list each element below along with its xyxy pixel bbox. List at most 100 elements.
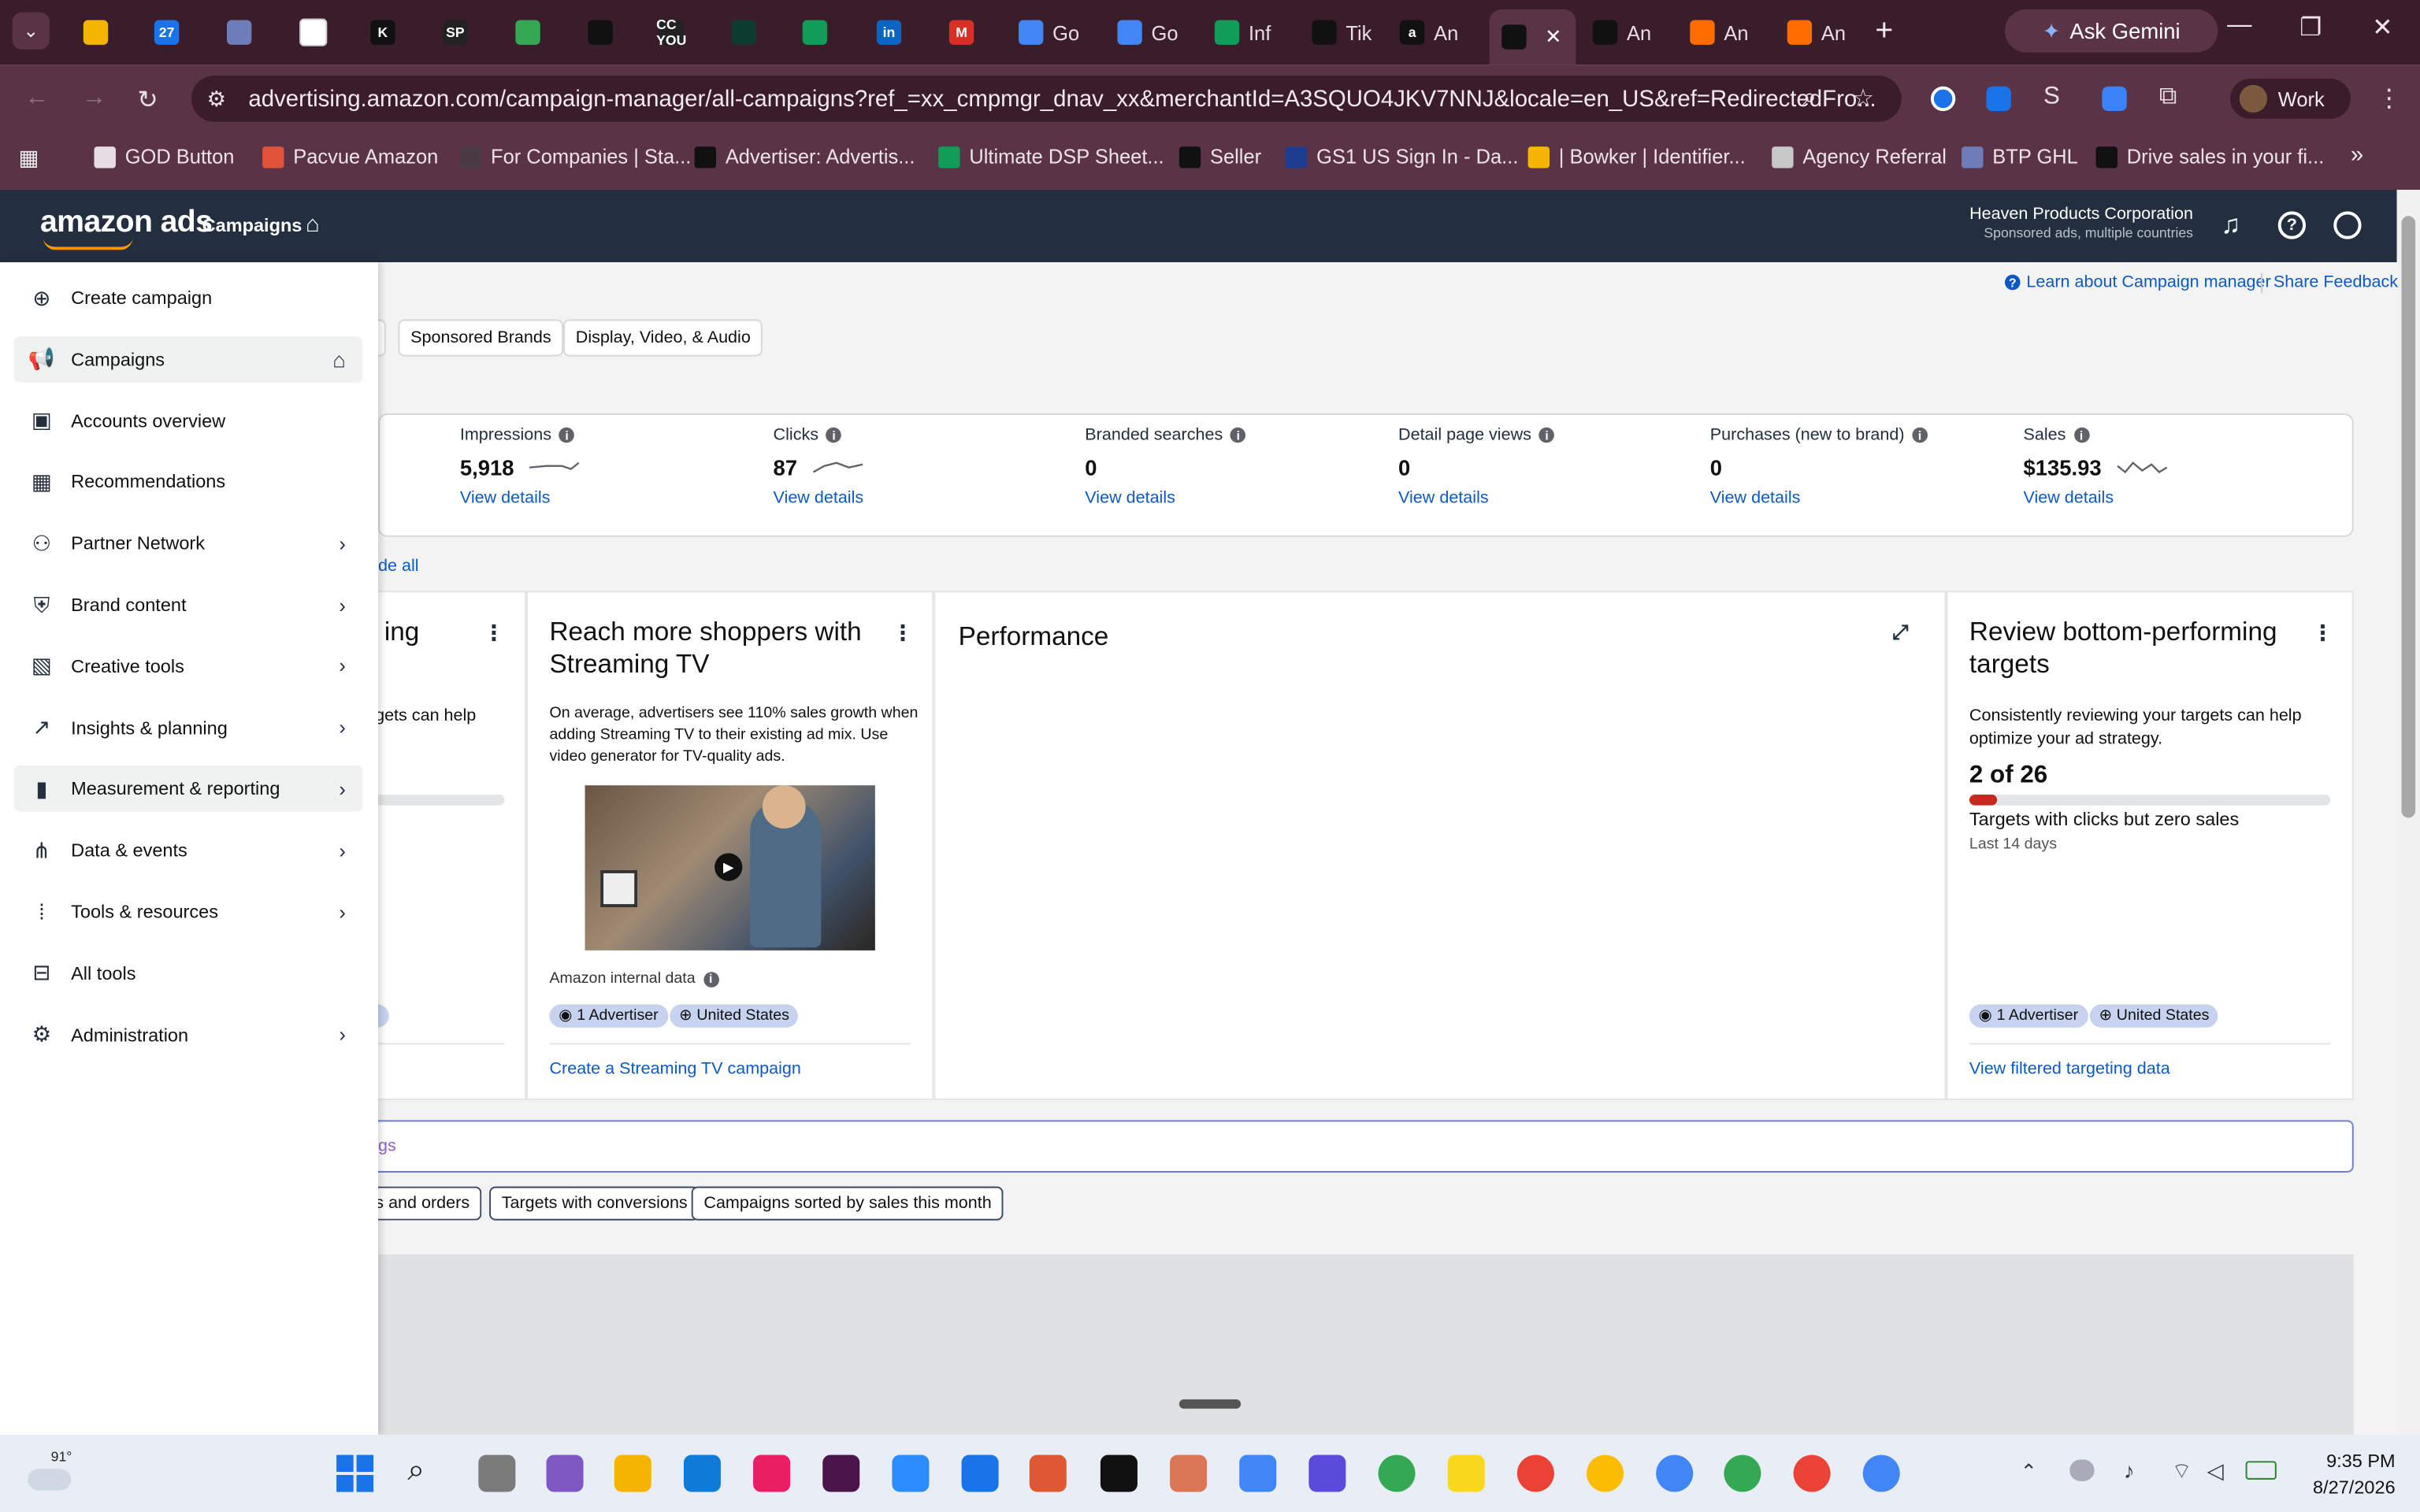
browser-tab[interactable] [80, 9, 130, 56]
sidebar-item[interactable]: ▧ Creative tools › [14, 643, 363, 690]
bookmark-item[interactable]: GS1 US Sign In - Da... [1286, 145, 1518, 169]
sidebar-item[interactable]: 📢 Campaigns ⌂ [13, 335, 363, 383]
zoom-icon[interactable]: ⌕ [1802, 85, 1817, 113]
chrome-icon[interactable] [1587, 1455, 1624, 1492]
more-bookmarks-icon[interactable]: » [2351, 142, 2363, 168]
gemini-app-icon[interactable] [1239, 1455, 1277, 1492]
store-icon[interactable] [961, 1455, 999, 1492]
browser-tab[interactable]: An [1687, 9, 1773, 56]
claude-icon[interactable] [1170, 1455, 1208, 1492]
account-switcher[interactable]: Heaven Products Corporation Sponsored ad… [1852, 206, 2193, 241]
home-icon[interactable]: ⌂ [332, 346, 346, 371]
sidebar-item[interactable]: ↗ Insights & planning › [14, 705, 363, 751]
new-tab-button[interactable]: + [1875, 14, 1893, 50]
view-details-link[interactable]: View details [1398, 489, 1554, 508]
bookmark-item[interactable]: Pacvue Amazon [262, 145, 438, 169]
clock[interactable]: 9:35 PM 8/27/2026 [2293, 1451, 2396, 1499]
reload-icon[interactable]: ↻ [137, 85, 158, 116]
browser-tab[interactable] [585, 9, 635, 56]
browser-tab[interactable]: Tik [1308, 9, 1389, 56]
sidebar-item[interactable]: ▦ Recommendations [14, 459, 363, 506]
help-icon[interactable]: ? [2277, 211, 2307, 239]
bookmark-item[interactable]: BTP GHL [1962, 145, 2078, 169]
tab-sponsored-brands[interactable]: Sponsored Brands [398, 319, 564, 357]
quick-filter-campaigns-sales-month[interactable]: Campaigns sorted by sales this month [691, 1186, 1004, 1221]
password-manager-icon[interactable] [1930, 86, 1956, 112]
bookmark-item[interactable]: Agency Referral [1772, 145, 1947, 169]
task-view-icon[interactable] [478, 1455, 516, 1492]
battery-icon[interactable] [2245, 1461, 2277, 1480]
browser-tab[interactable]: 27 [151, 9, 201, 56]
profile-button[interactable]: Work [2230, 78, 2351, 119]
browser-tab[interactable]: M [946, 9, 996, 56]
sidebar-item[interactable]: ⊕ Create campaign [14, 275, 363, 321]
bookmark-item[interactable]: | Bowker | Identifier... [1527, 145, 1746, 169]
copilot-icon[interactable] [546, 1455, 584, 1492]
microphone-icon[interactable]: ♪ [2124, 1458, 2135, 1482]
browser-tab[interactable]: An [1784, 9, 1871, 56]
notifications-bell-icon[interactable]: ♫ [2221, 209, 2240, 240]
view-details-link[interactable]: View details [1710, 489, 1928, 508]
search-icon[interactable]: ⌕ [407, 1454, 425, 1489]
view-details-link[interactable]: View details [1085, 489, 1245, 508]
browser-tab[interactable] [224, 9, 273, 56]
search-input[interactable]: gs [354, 1120, 2354, 1173]
browser-tab[interactable]: SP [440, 9, 489, 56]
account-icon[interactable] [2333, 211, 2362, 239]
bookmark-item[interactable]: GOD Button [94, 145, 234, 169]
ask-gemini-button[interactable]: ✦ Ask Gemini [2004, 9, 2218, 53]
start-button[interactable] [336, 1455, 374, 1492]
card-partial-menu-icon[interactable]: ⋮ [483, 621, 504, 647]
url-text[interactable]: advertising.amazon.com/campaign-manager/… [248, 87, 1876, 113]
chrome-icon[interactable] [1793, 1455, 1831, 1492]
sidebar-item[interactable]: ⊟ All tools [14, 950, 363, 996]
sidebar-item[interactable]: ⁞ Tools & resources › [14, 888, 363, 935]
view-details-link[interactable]: View details [460, 489, 581, 508]
bookmark-item[interactable]: Ultimate DSP Sheet... [938, 145, 1164, 169]
edge-icon[interactable] [683, 1455, 721, 1492]
chevron-up-icon[interactable]: ⌃ [2021, 1459, 2037, 1484]
sidebar-item[interactable]: ⛨ Brand content › [14, 582, 363, 628]
bookmark-star-icon[interactable]: ☆ [1852, 83, 1874, 114]
browser-tab[interactable]: K [367, 9, 417, 56]
file-explorer-icon[interactable] [614, 1455, 651, 1492]
info-icon[interactable]: i [559, 427, 575, 443]
info-icon[interactable]: i [2073, 427, 2089, 443]
volume-icon[interactable]: ◁ [2207, 1458, 2224, 1484]
browser-tab[interactable]: Inf [1212, 9, 1301, 56]
info-icon[interactable]: i [1912, 427, 1928, 443]
extension-blue-icon[interactable] [1986, 86, 2011, 112]
close-tab-icon[interactable]: ✕ [1545, 24, 1561, 49]
extension-s-icon[interactable]: S [2043, 83, 2060, 111]
browser-tab[interactable]: a An [1397, 9, 1477, 56]
chrome-icon[interactable] [1862, 1455, 1900, 1492]
chrome-icon[interactable] [1656, 1455, 1694, 1492]
sidebar-item[interactable]: ▣ Accounts overview [14, 398, 363, 444]
sidebar-item[interactable]: ▮ Measurement & reporting › [13, 765, 363, 813]
browser-tab[interactable]: in [874, 9, 923, 56]
sticky-notes-icon[interactable] [1447, 1455, 1485, 1492]
zoom-icon[interactable] [892, 1455, 930, 1492]
browser-tab[interactable]: CC YOU [656, 9, 706, 56]
browser-tab[interactable]: An [1590, 9, 1676, 56]
apps-grid-icon[interactable]: ▦ [19, 145, 39, 171]
extension-puzzle-blue-icon[interactable] [2102, 86, 2127, 112]
bookmark-item[interactable]: Advertiser: Advertis... [694, 145, 915, 169]
g-app-icon[interactable] [1308, 1455, 1346, 1492]
duckduckgo-icon[interactable] [1029, 1455, 1067, 1492]
browser-tab[interactable]: Go [1015, 9, 1105, 56]
wifi-icon[interactable]: ⌔ [2172, 1458, 2192, 1485]
create-streaming-campaign-link[interactable]: Create a Streaming TV campaign [549, 1060, 800, 1079]
onedrive-icon[interactable] [2069, 1459, 2095, 1481]
browser-tab[interactable] [512, 9, 562, 56]
browser-tab[interactable]: Go [1115, 9, 1204, 56]
snipping-icon[interactable] [753, 1455, 791, 1492]
info-icon[interactable]: i [703, 971, 719, 987]
quick-filter-targets-conversions[interactable]: Targets with conversions [489, 1186, 700, 1221]
chrome-icon[interactable] [1724, 1455, 1761, 1492]
share-feedback-link[interactable]: Share Feedback [2273, 273, 2398, 292]
scrollbar-thumb[interactable] [2401, 216, 2416, 818]
site-info-icon[interactable]: ⚙ [207, 87, 227, 113]
forward-icon[interactable]: → [82, 85, 106, 113]
learn-campaign-manager-link[interactable]: ? Learn about Campaign manager [2004, 273, 2271, 291]
